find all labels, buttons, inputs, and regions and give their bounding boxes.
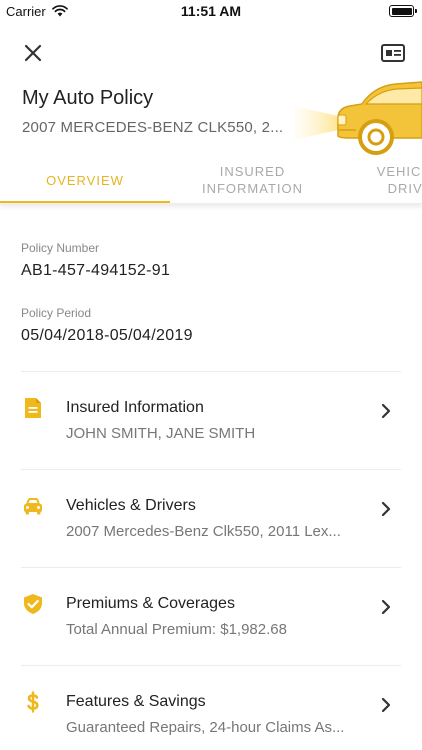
policy-period-value: 05/04/2018-05/04/2019 <box>21 327 193 344</box>
tab-vehicles-drivers[interactable]: VEHICLES & DRIVERS <box>360 156 422 203</box>
insured-information-row[interactable]: Insured Information JOHN SMITH, JANE SMI… <box>0 372 422 470</box>
shield-check-icon <box>22 593 44 615</box>
active-tab-indicator <box>0 201 170 203</box>
close-icon <box>24 44 42 62</box>
clock: 11:51 AM <box>180 3 242 19</box>
policy-number-label: Policy Number <box>21 241 100 255</box>
id-card-button[interactable] <box>380 42 406 64</box>
car-illustration <box>294 78 422 156</box>
tab-bar: OVERVIEW INSURED INFORMATION VEHICLES & … <box>0 156 422 204</box>
row-subtitle: 2007 Mercedes-Benz Clk550, 2011 Lex... <box>66 523 341 540</box>
vehicles-drivers-row[interactable]: Vehicles & Drivers 2007 Mercedes-Benz Cl… <box>0 470 422 568</box>
car-icon <box>22 495 44 517</box>
status-bar: Carrier 11:51 AM <box>0 0 422 22</box>
row-subtitle: JOHN SMITH, JANE SMITH <box>66 425 256 442</box>
close-button[interactable] <box>20 40 46 66</box>
policy-period-label: Policy Period <box>21 306 92 320</box>
row-title: Premiums & Coverages <box>66 595 235 612</box>
chevron-right-icon <box>380 501 392 517</box>
tab-overview[interactable]: OVERVIEW <box>0 156 170 203</box>
document-icon <box>22 397 44 419</box>
row-title: Features & Savings <box>66 693 206 710</box>
row-title: Insured Information <box>66 399 204 416</box>
tab-label: INSURED INFORMATION <box>201 164 304 196</box>
chevron-right-icon <box>380 403 392 419</box>
dollar-icon <box>22 691 44 713</box>
row-title: Vehicles & Drivers <box>66 497 196 514</box>
chevron-right-icon <box>380 697 392 713</box>
tab-label: OVERVIEW <box>46 172 124 188</box>
chevron-right-icon <box>380 599 392 615</box>
tab-insured-information[interactable]: INSURED INFORMATION <box>170 156 335 203</box>
vehicle-summary: 2007 MERCEDES-BENZ CLK550, 2... <box>22 119 284 136</box>
features-savings-row[interactable]: Features & Savings Guaranteed Repairs, 2… <box>0 666 422 750</box>
id-card-icon <box>381 44 405 62</box>
battery-icon <box>389 5 417 17</box>
row-subtitle: Guaranteed Repairs, 24-hour Claims As... <box>66 719 345 736</box>
premiums-coverages-row[interactable]: Premiums & Coverages Total Annual Premiu… <box>0 568 422 666</box>
page-title: My Auto Policy <box>22 87 154 109</box>
policy-number-value: AB1-457-494152-91 <box>21 262 171 279</box>
row-subtitle: Total Annual Premium: $1,982.68 <box>66 621 287 638</box>
tab-label: VEHICLES & DRIVERS <box>376 164 422 196</box>
